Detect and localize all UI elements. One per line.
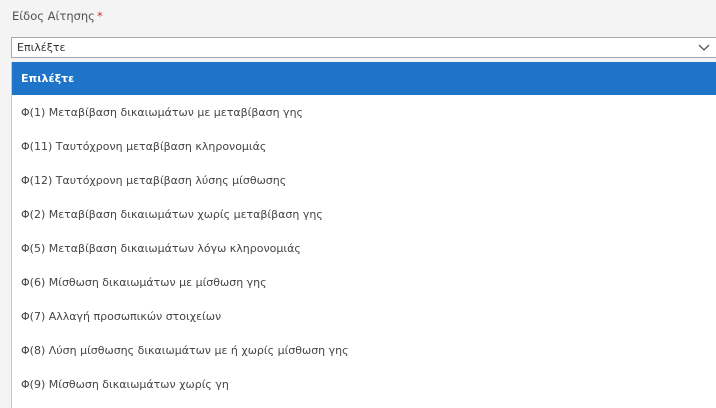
dropdown-list: Επιλέξτε Φ(1) Μεταβίβαση δικαιωμάτων με … [11,62,716,408]
field-label: Είδος Αίτησης * [12,8,103,24]
required-marker: * [96,9,103,23]
dropdown-option[interactable]: Φ(6) Μίσθωση δικαιωμάτων με μίσθωση γης [12,265,716,299]
dropdown-option[interactable]: Φ(5) Μεταβίβαση δικαιωμάτων λόγω κληρονο… [12,231,716,265]
chevron-down-icon[interactable] [697,41,711,55]
dropdown-option[interactable]: Φ(7) Αλλαγή προσωπικών στοιχείων [12,299,716,333]
field-label-text: Είδος Αίτησης [12,9,95,23]
dropdown-option[interactable]: Φ(1) Μεταβίβαση δικαιωμάτων με μεταβίβασ… [12,95,716,129]
dropdown-option[interactable]: Φ(9) Μίσθωση δικαιωμάτων χωρίς γη [12,367,716,401]
dropdown-option[interactable]: Φ(2) Μεταβίβαση δικαιωμάτων χωρίς μεταβί… [12,197,716,231]
request-type-select[interactable]: Επιλέξτε [11,37,716,58]
dropdown-option[interactable]: Φ(8) Λύση μίσθωσης δικαιωμάτων με ή χωρί… [12,333,716,367]
dropdown-option-selected[interactable]: Επιλέξτε [12,62,716,95]
select-current-value: Επιλέξτε [17,41,66,54]
form-page: Είδος Αίτησης * Επιλέξτε Επιλέξτε Φ(1) Με… [0,0,716,408]
dropdown-option[interactable]: Φ(12) Ταυτόχρονη μεταβίβαση λύσης μίσθωσ… [12,163,716,197]
dropdown-option[interactable]: Φ(11) Ταυτόχρονη μεταβίβαση κληρονομιάς [12,129,716,163]
